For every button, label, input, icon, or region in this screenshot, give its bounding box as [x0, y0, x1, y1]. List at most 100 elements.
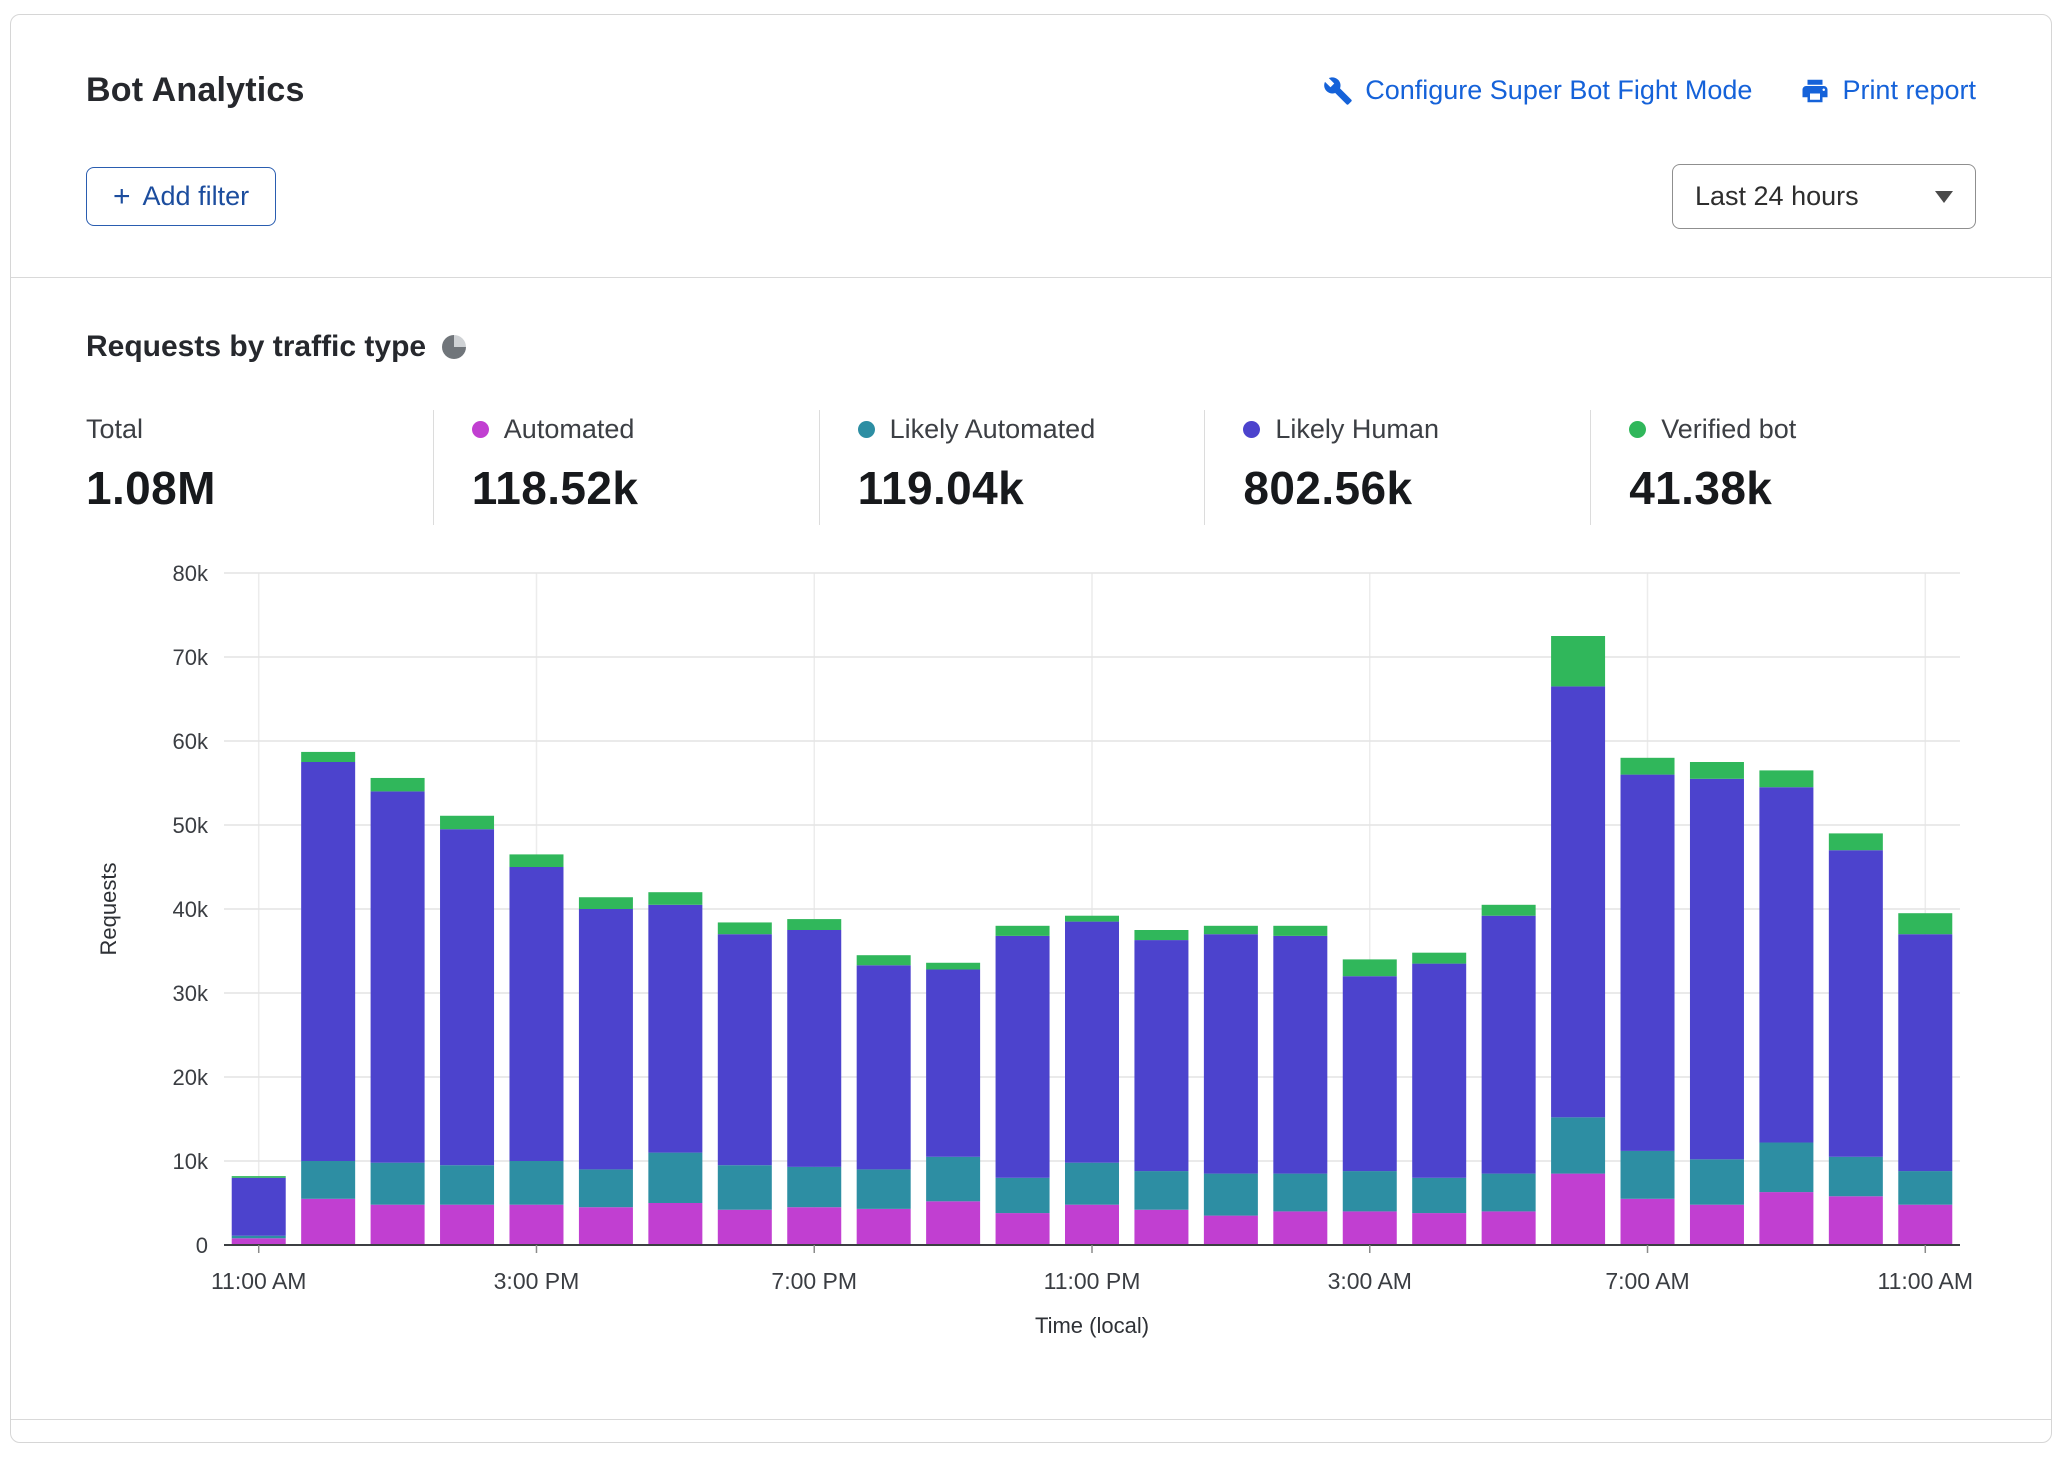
bar-segment [1759, 1192, 1813, 1245]
chart-bar[interactable] [1690, 762, 1744, 1245]
y-tick-label: 70k [173, 645, 209, 670]
bar-segment [1343, 959, 1397, 976]
chart-bar[interactable] [1829, 833, 1883, 1245]
bar-segment [1204, 1216, 1258, 1245]
chart-bar[interactable] [1898, 913, 1952, 1245]
chart-bar[interactable] [579, 897, 633, 1245]
bar-segment [1343, 976, 1397, 1171]
bar-segment [232, 1178, 286, 1236]
bar-segment [1134, 1171, 1188, 1210]
bar-segment [718, 922, 772, 934]
legend-dot [472, 421, 489, 438]
x-tick-label: 3:00 PM [494, 1268, 580, 1294]
time-range-select[interactable]: Last 24 hours [1672, 164, 1976, 229]
bar-segment [857, 965, 911, 1169]
x-tick-label: 11:00 AM [211, 1268, 306, 1294]
chart-bar[interactable] [1551, 636, 1605, 1245]
bar-segment [787, 1167, 841, 1207]
chart-bar[interactable] [857, 955, 911, 1245]
chart-bar[interactable] [787, 919, 841, 1245]
chart-bar[interactable] [996, 926, 1050, 1245]
bar-segment [1482, 905, 1536, 916]
bar-segment [1482, 916, 1536, 1174]
bar-segment [1621, 1199, 1675, 1245]
stat-label: Likely Human [1275, 414, 1439, 445]
stat-likely-automated[interactable]: Likely Automated119.04k [819, 410, 1205, 525]
x-tick-label: 7:00 PM [771, 1268, 857, 1294]
stat-value: 1.08M [86, 461, 433, 515]
bar-segment [1829, 833, 1883, 850]
bar-segment [371, 1163, 425, 1205]
wrench-icon [1323, 76, 1353, 106]
bar-segment [1621, 758, 1675, 775]
stat-automated[interactable]: Automated118.52k [433, 410, 819, 525]
chart-bar[interactable] [1412, 953, 1466, 1245]
bar-segment [787, 930, 841, 1167]
plus-icon: + [113, 182, 131, 212]
chart-bar[interactable] [926, 963, 980, 1245]
x-tick-label: 7:00 AM [1605, 1268, 1689, 1294]
bar-segment [996, 1213, 1050, 1245]
x-axis-title: Time (local) [1035, 1313, 1149, 1338]
bar-segment [1343, 1211, 1397, 1245]
bar-segment [996, 1178, 1050, 1213]
bar-segment [648, 905, 702, 1153]
traffic-type-stats: Total1.08MAutomated118.52kLikely Automat… [86, 410, 1976, 525]
bar-segment [1412, 953, 1466, 964]
bar-segment [509, 867, 563, 1161]
chart-bar[interactable] [1065, 916, 1119, 1245]
bar-segment [579, 1207, 633, 1245]
bar-segment [579, 897, 633, 909]
chart-bar[interactable] [1273, 926, 1327, 1245]
chart-bar[interactable] [1134, 930, 1188, 1245]
bar-segment [648, 892, 702, 905]
bot-analytics-card: Bot Analytics Configure Super Bot Fight … [10, 14, 2052, 1443]
bar-segment [1829, 850, 1883, 1157]
stat-verified-bot[interactable]: Verified bot41.38k [1590, 410, 1976, 525]
time-range-value: Last 24 hours [1695, 181, 1859, 212]
chart-bar[interactable] [301, 752, 355, 1245]
bar-segment [1759, 787, 1813, 1142]
legend-dot [858, 421, 875, 438]
chart-bar[interactable] [648, 892, 702, 1245]
chart-bar[interactable] [1759, 770, 1813, 1245]
bar-segment [718, 1210, 772, 1245]
bar-segment [1134, 1210, 1188, 1245]
bar-segment [1065, 916, 1119, 922]
bar-segment [996, 926, 1050, 936]
chart-bar[interactable] [371, 778, 425, 1245]
chart-bar[interactable] [440, 816, 494, 1245]
chart-bar[interactable] [1343, 959, 1397, 1245]
bar-segment [718, 1165, 772, 1210]
bar-segment [579, 909, 633, 1169]
bar-segment [857, 1209, 911, 1245]
bar-segment [301, 762, 355, 1161]
bar-segment [926, 969, 980, 1156]
bar-segment [1690, 779, 1744, 1160]
stat-total[interactable]: Total1.08M [86, 410, 433, 525]
bar-segment [1898, 913, 1952, 934]
y-tick-label: 20k [173, 1065, 209, 1090]
bar-segment [509, 854, 563, 867]
chart-bar[interactable] [1621, 758, 1675, 1245]
legend-dot [1243, 421, 1260, 438]
bar-segment [996, 936, 1050, 1178]
printer-icon [1800, 76, 1830, 106]
stat-likely-human[interactable]: Likely Human 802.56k [1204, 410, 1590, 525]
chart-bar[interactable] [509, 854, 563, 1245]
bar-segment [440, 816, 494, 829]
section-title: Requests by traffic type [86, 330, 426, 364]
print-report-link[interactable]: Print report [1800, 75, 1976, 106]
y-tick-label: 80k [173, 561, 209, 586]
add-filter-button[interactable]: + Add filter [86, 167, 276, 226]
chart-bar[interactable] [1204, 926, 1258, 1245]
y-tick-label: 0 [196, 1233, 208, 1258]
chevron-down-icon [1935, 191, 1953, 203]
chart-bar[interactable] [718, 922, 772, 1245]
chart-bar[interactable] [1482, 905, 1536, 1245]
requests-by-traffic-type-chart: 010k20k30k40k50k60k70k80k11:00 AM3:00 PM… [86, 561, 1976, 1351]
configure-super-bot-fight-mode-link[interactable]: Configure Super Bot Fight Mode [1323, 75, 1752, 106]
bar-segment [301, 752, 355, 762]
stat-value: 802.56k [1243, 461, 1590, 515]
chart-bar[interactable] [232, 1176, 286, 1245]
